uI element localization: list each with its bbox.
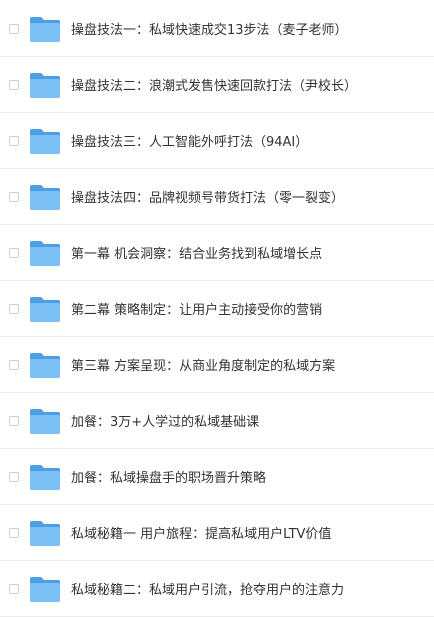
folder-name[interactable]: 操盘技法一：私域快速成交13步法（麦子老师）	[71, 19, 348, 38]
folder-icon	[30, 464, 60, 490]
list-item[interactable]: 加餐：私域操盘手的职场晋升策略	[0, 449, 434, 505]
folder-name[interactable]: 第一幕 机会洞察：结合业务找到私域增长点	[71, 243, 322, 262]
folder-name[interactable]: 加餐：私域操盘手的职场晋升策略	[71, 467, 266, 486]
list-item[interactable]: 第一幕 机会洞察：结合业务找到私域增长点	[0, 225, 434, 281]
checkbox[interactable]	[9, 79, 19, 90]
checkbox[interactable]	[9, 471, 19, 482]
folder-icon	[30, 184, 60, 210]
folder-name[interactable]: 操盘技法二：浪潮式发售快速回款打法（尹校长）	[71, 75, 357, 94]
folder-name[interactable]: 私域秘籍二：私域用户引流，抢夺用户的注意力	[71, 579, 344, 598]
list-item[interactable]: 操盘技法一：私域快速成交13步法（麦子老师）	[0, 1, 434, 57]
file-list: 操盘技法一：私域快速成交13步法（麦子老师） 操盘技法二：浪潮式发售快速回款打法…	[0, 0, 434, 617]
folder-name[interactable]: 操盘技法四：品牌视频号带货打法（零一裂变）	[71, 187, 344, 206]
folder-icon	[30, 352, 60, 378]
folder-icon	[30, 16, 60, 42]
folder-icon	[30, 72, 60, 98]
folder-name[interactable]: 私域秘籍一 用户旅程：提高私域用户LTV价值	[71, 523, 331, 542]
checkbox[interactable]	[9, 527, 19, 538]
folder-icon	[30, 240, 60, 266]
folder-icon	[30, 128, 60, 154]
checkbox[interactable]	[9, 247, 19, 258]
list-item[interactable]: 操盘技法二：浪潮式发售快速回款打法（尹校长）	[0, 57, 434, 113]
list-item[interactable]: 私域秘籍一 用户旅程：提高私域用户LTV价值	[0, 505, 434, 561]
folder-name[interactable]: 第二幕 策略制定：让用户主动接受你的营销	[71, 299, 322, 318]
checkbox[interactable]	[9, 191, 19, 202]
list-item[interactable]: 操盘技法四：品牌视频号带货打法（零一裂变）	[0, 169, 434, 225]
list-item[interactable]: 私域秘籍二：私域用户引流，抢夺用户的注意力	[0, 561, 434, 617]
folder-name[interactable]: 操盘技法三：人工智能外呼打法（94AI）	[71, 131, 308, 150]
checkbox[interactable]	[9, 303, 19, 314]
folder-icon	[30, 296, 60, 322]
folder-icon	[30, 408, 60, 434]
list-item[interactable]: 操盘技法三：人工智能外呼打法（94AI）	[0, 113, 434, 169]
folder-name[interactable]: 第三幕 方案呈现：从商业角度制定的私域方案	[71, 355, 335, 374]
checkbox[interactable]	[9, 583, 19, 594]
list-item[interactable]: 第二幕 策略制定：让用户主动接受你的营销	[0, 281, 434, 337]
checkbox[interactable]	[9, 359, 19, 370]
checkbox[interactable]	[9, 135, 19, 146]
checkbox[interactable]	[9, 415, 19, 426]
checkbox[interactable]	[9, 23, 19, 34]
list-item[interactable]: 加餐：3万+人学过的私域基础课	[0, 393, 434, 449]
folder-name[interactable]: 加餐：3万+人学过的私域基础课	[71, 411, 259, 430]
folder-icon	[30, 576, 60, 602]
folder-icon	[30, 520, 60, 546]
list-item[interactable]: 第三幕 方案呈现：从商业角度制定的私域方案	[0, 337, 434, 393]
